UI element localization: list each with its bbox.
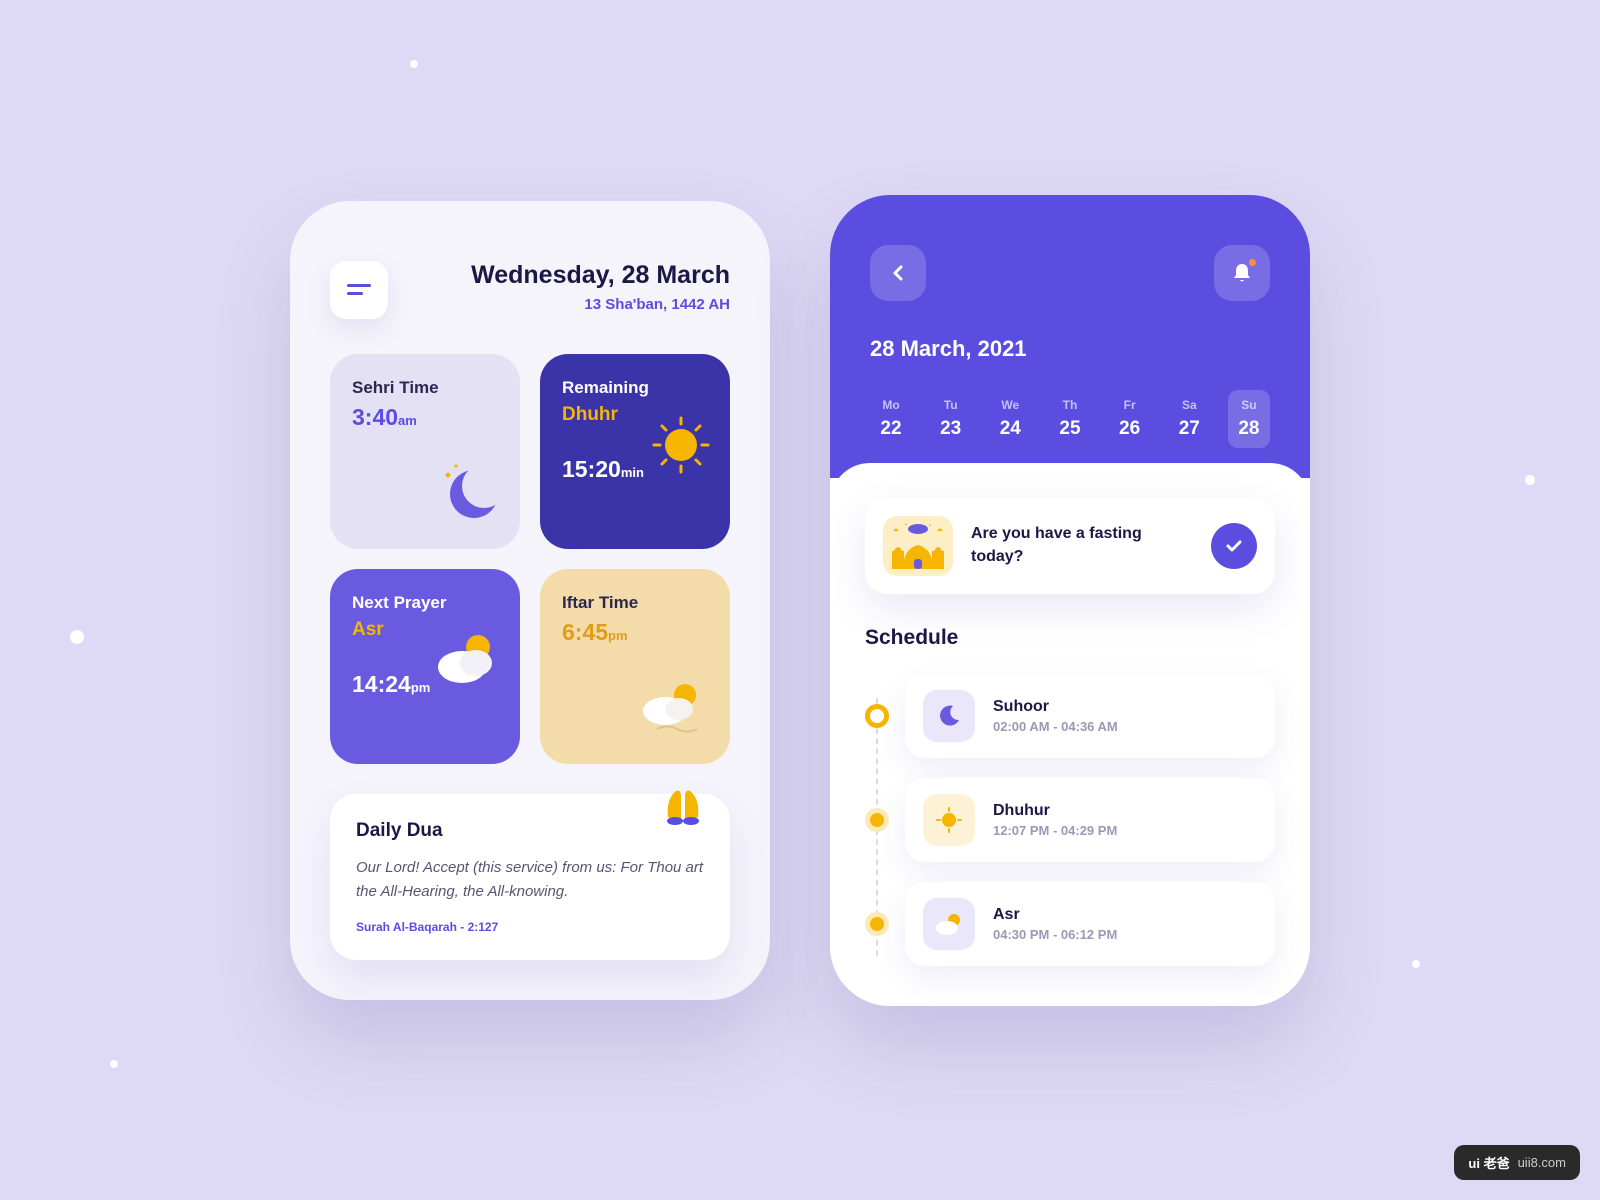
schedule-item-dhuhur[interactable]: Dhuhur 12:07 PM - 04:29 PM: [905, 778, 1275, 862]
confirm-fasting-button[interactable]: [1211, 523, 1257, 569]
timeline-dot: [865, 704, 889, 728]
check-icon: [1223, 535, 1245, 557]
sun-icon: [923, 794, 975, 846]
dua-reference: Surah Al-Baqarah - 2:127: [356, 920, 704, 934]
card-label: Next Prayer: [352, 593, 498, 613]
date-gregorian: Wednesday, 28 March: [408, 261, 730, 290]
decorative-dot: [1412, 960, 1420, 968]
schedule-name: Suhoor: [993, 698, 1118, 716]
card-label: Iftar Time: [562, 593, 708, 613]
moon-icon: [923, 690, 975, 742]
remaining-card[interactable]: Remaining Dhuhr 15:20min: [540, 354, 730, 549]
card-label: Remaining: [562, 378, 708, 398]
date-block: Wednesday, 28 March 13 Sha'ban, 1442 AH: [408, 261, 730, 313]
schedule-panel: Are you have a fasting today? Schedule S…: [830, 463, 1310, 1006]
week-strip: Mo22 Tu23 We24 Th25 Fr26 Sa27 Su28: [870, 390, 1270, 448]
timeline-dot: [865, 808, 889, 832]
iftar-card[interactable]: Iftar Time 6:45pm: [540, 569, 730, 764]
day-we[interactable]: We24: [989, 390, 1031, 448]
daily-dua-card[interactable]: Daily Dua Our Lord! Accept (this service…: [330, 794, 730, 960]
timeline-dot: [865, 912, 889, 936]
schedule-timeline: Suhoor 02:00 AM - 04:36 AM Dhuhur 12:07 …: [865, 674, 1275, 966]
moon-icon: [434, 456, 502, 529]
watermark-brand: ui 老爸: [1468, 1153, 1509, 1172]
summary-grid: Sehri Time 3:40am Remaining Dhuhr 15:20m…: [330, 354, 730, 764]
decorative-dot: [1525, 475, 1535, 485]
decorative-dot: [70, 630, 84, 644]
card-value: 6:45pm: [562, 619, 708, 646]
sun-cloud-icon: [923, 898, 975, 950]
top-bar: [870, 245, 1270, 301]
notifications-button[interactable]: [1214, 245, 1270, 301]
selected-date: 28 March, 2021: [870, 336, 1270, 362]
fasting-prompt-card: Are you have a fasting today?: [865, 498, 1275, 594]
mosque-icon: [883, 516, 953, 576]
next-prayer-card[interactable]: Next Prayer Asr 14:24pm: [330, 569, 520, 764]
schedule-name: Asr: [993, 906, 1117, 924]
calendar-header: 28 March, 2021 Mo22 Tu23 We24 Th25 Fr26 …: [830, 195, 1310, 478]
day-th[interactable]: Th25: [1049, 390, 1091, 448]
dua-title: Daily Dua: [356, 820, 704, 842]
schedule-item-asr[interactable]: Asr 04:30 PM - 06:12 PM: [905, 882, 1275, 966]
dua-text: Our Lord! Accept (this service) from us:…: [356, 856, 704, 904]
decorative-dot: [110, 1060, 118, 1068]
schedule-time: 04:30 PM - 06:12 PM: [993, 927, 1117, 942]
sun-icon: [650, 414, 712, 481]
schedule-screen: 28 March, 2021 Mo22 Tu23 We24 Th25 Fr26 …: [830, 195, 1310, 1006]
sehri-card[interactable]: Sehri Time 3:40am: [330, 354, 520, 549]
schedule-heading: Schedule: [865, 626, 1275, 650]
schedule-time: 12:07 PM - 04:29 PM: [993, 823, 1117, 838]
back-button[interactable]: [870, 245, 926, 301]
header: Wednesday, 28 March 13 Sha'ban, 1442 AH: [330, 261, 730, 319]
day-sa[interactable]: Sa27: [1168, 390, 1210, 448]
watermark: ui 老爸 uii8.com: [1454, 1145, 1580, 1180]
day-fr[interactable]: Fr26: [1109, 390, 1151, 448]
menu-button[interactable]: [330, 261, 388, 319]
card-value: 3:40am: [352, 404, 498, 431]
praying-hands-icon: [656, 779, 710, 838]
schedule-name: Dhuhur: [993, 802, 1117, 820]
notification-badge: [1249, 259, 1256, 266]
day-tu[interactable]: Tu23: [930, 390, 972, 448]
chevron-left-icon: [888, 263, 908, 283]
decorative-dot: [410, 60, 418, 68]
date-hijri: 13 Sha'ban, 1442 AH: [408, 296, 730, 313]
home-screen: Wednesday, 28 March 13 Sha'ban, 1442 AH …: [290, 201, 770, 1000]
card-label: Sehri Time: [352, 378, 498, 398]
sun-cloud-icon: [432, 629, 502, 694]
schedule-time: 02:00 AM - 04:36 AM: [993, 719, 1118, 734]
day-mo[interactable]: Mo22: [870, 390, 912, 448]
day-su[interactable]: Su28: [1228, 390, 1270, 448]
watermark-url: uii8.com: [1518, 1155, 1566, 1170]
sunset-cloud-icon: [637, 679, 712, 744]
schedule-item-suhoor[interactable]: Suhoor 02:00 AM - 04:36 AM: [905, 674, 1275, 758]
fasting-question: Are you have a fasting today?: [971, 523, 1193, 568]
